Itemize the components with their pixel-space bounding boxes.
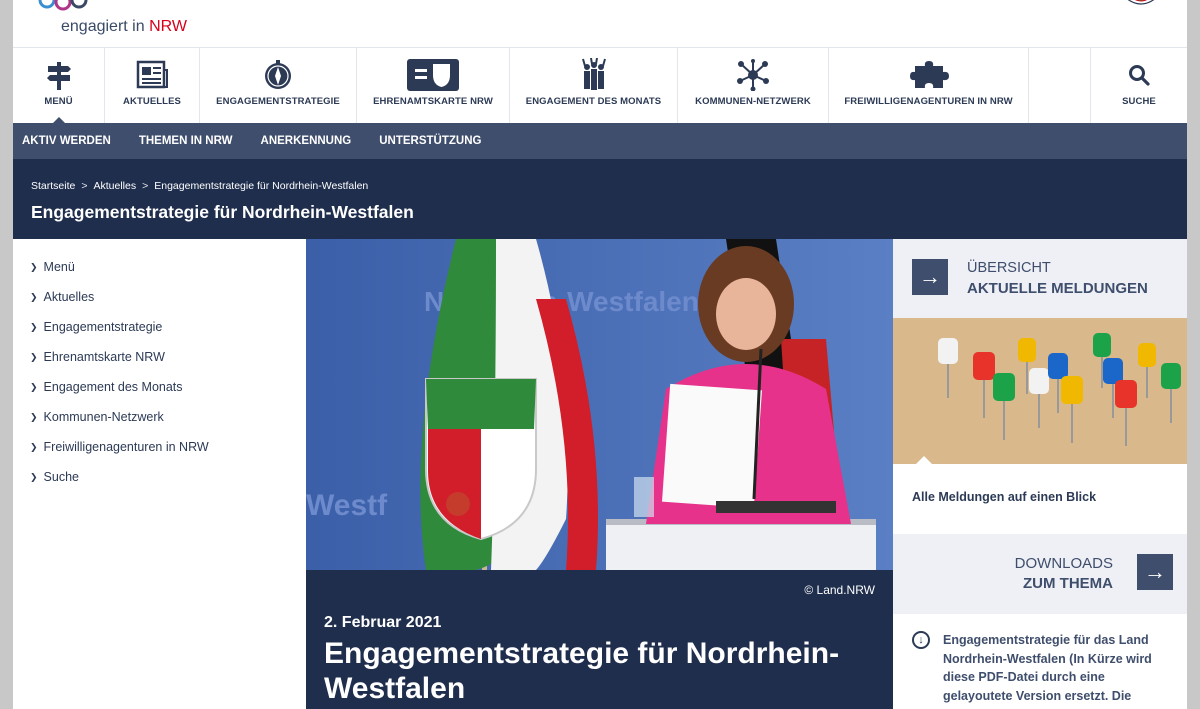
overview-line2: AKTUELLE MELDUNGEN [967, 280, 1148, 297]
nav-freiwilligenagenturen[interactable]: FREIWILLIGENAGENTUREN IN NRW [829, 48, 1029, 124]
logo-text-nrw: NRW [149, 18, 187, 35]
svg-text:-Westf: -Westf [306, 489, 388, 522]
page-title: Engagementstrategie für Nordrhein-Westfa… [31, 202, 414, 222]
network-icon [737, 59, 769, 91]
main-navigation: MENÜ AKTUELLES ENGAGEMENTSTRATEGIE EHREN… [13, 47, 1187, 125]
arrow-right-icon[interactable]: → [1137, 554, 1173, 590]
sub-navigation: AKTIV WERDEN THEMEN IN NRW ANERKENNUNG U… [13, 123, 1187, 159]
nav-spacer [1029, 48, 1091, 124]
card-icon [407, 59, 459, 91]
sidebar-item-freiwilligenagenturen[interactable]: ❯ Freiwilligenagenturen in NRW [30, 440, 209, 454]
sidebar-item-label: Engagement des Monats [43, 380, 183, 394]
sidebar-item-engagement-des-monats[interactable]: ❯ Engagement des Monats [30, 380, 183, 394]
pushpins-illustration [893, 318, 1187, 464]
subnav-anerkennung[interactable]: ANERKENNUNG [261, 135, 352, 147]
sidebar-item-label: Freiwilligenagenturen in NRW [43, 440, 209, 454]
title-band: Startseite > Aktuelles > Engagementstrat… [13, 159, 1187, 239]
subnav-aktiv-werden[interactable]: AKTIV WERDEN [22, 135, 111, 147]
nav-suche[interactable]: SUCHE [1091, 48, 1187, 124]
notch [915, 456, 933, 465]
sidebar-item-kommunen-netzwerk[interactable]: ❯ Kommunen-Netzwerk [30, 410, 164, 424]
hero-image: Nordrhein-Westfalen -Westf [306, 239, 893, 570]
nav-aktuelles-label: AKTUELLES [123, 96, 181, 107]
sidebar-item-label: Aktuelles [43, 290, 95, 304]
nav-engagementstrategie[interactable]: ENGAGEMENTSTRATEGIE [200, 48, 357, 124]
sidebar-item-aktuelles[interactable]: ❯ Aktuelles [30, 290, 94, 304]
logo-text[interactable]: engagiert in NRW [61, 18, 187, 36]
breadcrumb-aktuelles[interactable]: Aktuelles [94, 180, 137, 192]
compass-icon [265, 60, 291, 89]
chevron-down-icon: ❯ [30, 381, 38, 392]
nav-kommunen-netzwerk[interactable]: KOMMUNEN-NETZWERK [678, 48, 829, 124]
sidebar-item-suche[interactable]: ❯ Suche [30, 470, 79, 484]
download-item-text[interactable]: Engagementstrategie für das Land Nordrhe… [943, 631, 1175, 705]
nav-menu-label: MENÜ [44, 96, 73, 107]
logo-text-main: engagiert in [61, 18, 150, 35]
breadcrumb-separator: > [142, 180, 149, 192]
nav-aktuelles[interactable]: AKTUELLES [105, 48, 200, 124]
chevron-down-icon: ❯ [30, 321, 38, 332]
people-cheer-icon [581, 58, 606, 90]
image-copyright: © Land.NRW [804, 583, 875, 597]
nav-engagementstrategie-label: ENGAGEMENTSTRATEGIE [216, 96, 340, 107]
downloads-line2: ZUM THEMA [1023, 575, 1113, 592]
newspaper-icon [136, 60, 168, 89]
puzzle-icon [909, 61, 949, 88]
sidebar-item-engagementstrategie[interactable]: ❯ Engagementstrategie [30, 320, 162, 334]
nav-kommunen-netzwerk-label: KOMMUNEN-NETZWERK [695, 96, 811, 107]
breadcrumb-separator: > [81, 180, 88, 192]
sidebar-item-label: Ehrenamtskarte NRW [43, 350, 165, 364]
chevron-down-icon: ❯ [30, 261, 38, 272]
chevron-down-icon: ❯ [30, 411, 38, 422]
chevron-down-icon: ❯ [30, 441, 38, 452]
article-title: Engagementstrategie für Nordrhein-Westfa… [324, 637, 840, 705]
press-conference-image: Nordrhein-Westfalen -Westf [306, 239, 893, 570]
nav-engagement-des-monats-label: ENGAGEMENT DES MONATS [525, 96, 662, 107]
sidebar-item-ehrenamtskarte[interactable]: ❯ Ehrenamtskarte NRW [30, 350, 165, 364]
sidebar-item-label: Suche [43, 470, 79, 484]
chevron-down-icon: ❯ [30, 291, 38, 302]
nav-engagement-des-monats[interactable]: ENGAGEMENT DES MONATS [510, 48, 678, 124]
nav-ehrenamtskarte[interactable]: EHRENAMTSKARTE NRW [357, 48, 510, 124]
breadcrumb-startseite[interactable]: Startseite [31, 180, 75, 192]
all-news-label: Alle Meldungen auf einen Blick [912, 490, 1097, 504]
downloads-line1: DOWNLOADS [1014, 555, 1113, 572]
sidebar-item-label: Engagementstrategie [43, 320, 163, 334]
chevron-down-icon: ❯ [30, 351, 38, 362]
right-column: → ÜBERSICHT AKTUELLE MELDUNGEN Alle Meld… [893, 239, 1187, 709]
nrw-crest-icon [1127, 0, 1155, 5]
nav-menu[interactable]: MENÜ [13, 48, 105, 125]
article-date: 2. Februar 2021 [324, 614, 442, 631]
sidebar-item-label: Kommunen-Netzwerk [43, 410, 164, 424]
download-item[interactable]: ↓ Engagementstrategie für das Land Nordr… [893, 614, 1187, 709]
arrow-right-icon[interactable]: → [912, 259, 948, 295]
chevron-down-icon: ❯ [30, 471, 38, 482]
search-icon [1129, 65, 1150, 86]
site-header: engagiert in NRW [13, 0, 1187, 47]
breadcrumb: Startseite > Aktuelles > Engagementstrat… [31, 180, 368, 192]
overview-news-link[interactable]: → ÜBERSICHT AKTUELLE MELDUNGEN [893, 239, 1187, 318]
subnav-unterstuetzung[interactable]: UNTERSTÜTZUNG [379, 135, 481, 147]
sidebar-item-menu[interactable]: ❯ Menü [30, 260, 75, 274]
signpost-icon [46, 62, 71, 90]
page: engagiert in NRW MENÜ AKTUELLES ENGAGEME… [13, 0, 1187, 709]
sidebar-item-label: Menü [43, 260, 75, 274]
nav-ehrenamtskarte-label: EHRENAMTSKARTE NRW [373, 96, 493, 107]
nav-freiwilligenagenturen-label: FREIWILLIGENAGENTUREN IN NRW [844, 96, 1013, 107]
sidebar: ❯ Menü ❯ Aktuelles ❯ Engagementstrategie ❯ E… [13, 239, 306, 709]
all-news-link[interactable]: Alle Meldungen auf einen Blick [893, 456, 1187, 534]
pushpins-image [893, 318, 1187, 464]
breadcrumb-current: Engagementstrategie für Nordrhein-Westfa… [154, 180, 369, 192]
download-icon: ↓ [912, 631, 930, 649]
subnav-themen-in-nrw[interactable]: THEMEN IN NRW [139, 135, 233, 147]
overview-line1: ÜBERSICHT [967, 260, 1051, 276]
article-header: © Land.NRW 2. Februar 2021 Engagementstr… [306, 570, 893, 709]
nav-suche-label: SUCHE [1122, 96, 1156, 107]
logo-mark-icon[interactable] [33, 0, 93, 16]
downloads-link[interactable]: DOWNLOADS ZUM THEMA → [893, 534, 1187, 614]
